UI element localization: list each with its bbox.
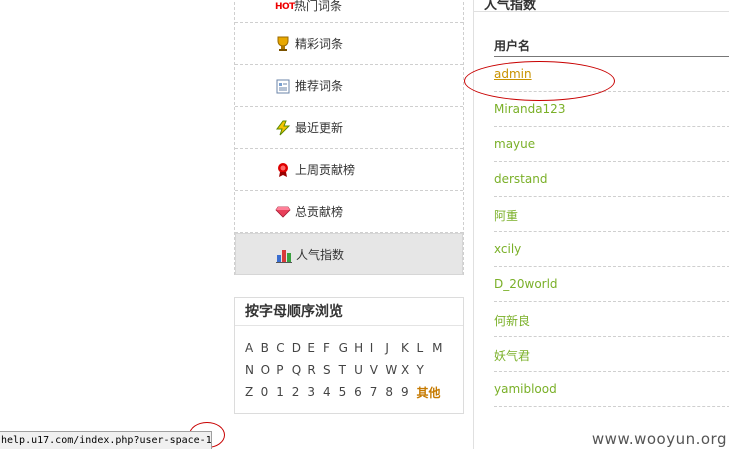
menu-item-label: 上周贡献榜 (295, 163, 356, 177)
menu-item-label: 精彩词条 (295, 37, 344, 51)
alphabet-browse-box: 按字母顺序浏览 A B C D E F G H I J K L M N O P … (234, 297, 464, 414)
letter-link[interactable]: C (276, 341, 292, 355)
letter-link[interactable]: Q (292, 363, 308, 377)
letter-link[interactable]: I (370, 341, 386, 355)
letter-link-other[interactable]: 其他 (417, 384, 447, 401)
document-icon (275, 78, 291, 94)
menu-item-total-rank[interactable]: 总贡献榜 (235, 191, 463, 233)
letter-link[interactable]: 6 (354, 385, 370, 399)
watermark: www.wooyun.org (591, 430, 727, 448)
list-item: D_20world (494, 267, 729, 302)
letter-link[interactable]: E (307, 341, 323, 355)
letter-link[interactable]: 7 (370, 385, 386, 399)
list-item: 何新良 (494, 302, 729, 337)
user-link[interactable]: derstand (494, 172, 547, 186)
letter-link[interactable]: Z (245, 385, 261, 399)
alphabet-row: N O P Q R S T U V W X Y (245, 359, 463, 381)
letter-link[interactable]: P (276, 363, 292, 377)
letter-link[interactable]: D (292, 341, 308, 355)
letter-link[interactable]: 9 (401, 385, 417, 399)
letter-link[interactable]: F (323, 341, 339, 355)
trophy-icon (275, 36, 291, 52)
bar-chart-icon (276, 247, 292, 263)
letter-link[interactable]: R (307, 363, 323, 377)
menu-item-label: 总贡献榜 (295, 205, 344, 219)
letter-link[interactable]: 5 (339, 385, 355, 399)
list-item: derstand (494, 162, 729, 197)
letter-link[interactable]: M (432, 341, 448, 355)
user-link[interactable]: D_20world (494, 277, 558, 291)
letter-link[interactable]: W (385, 363, 401, 377)
annotation-ellipse-admin (464, 61, 615, 101)
menu-item-hot[interactable]: HOT 热门词条 (235, 0, 463, 23)
lightning-icon (275, 120, 291, 136)
letter-link[interactable]: 8 (385, 385, 401, 399)
list-item: 妖气君 (494, 337, 729, 372)
medal-icon (275, 162, 291, 178)
menu-item-label: 推荐词条 (295, 79, 344, 93)
letter-link[interactable]: Y (417, 363, 433, 377)
menu-item-recent[interactable]: 最近更新 (235, 107, 463, 149)
menu-item-weekly-rank[interactable]: 上周贡献榜 (235, 149, 463, 191)
list-item: yamiblood (494, 372, 729, 407)
letter-link[interactable]: 0 (261, 385, 277, 399)
column-header-username: 用户名 (494, 39, 531, 53)
letter-link[interactable]: S (323, 363, 339, 377)
letter-link[interactable]: A (245, 341, 261, 355)
menu-item-label: 人气指数 (296, 248, 345, 262)
letter-link[interactable]: L (417, 341, 433, 355)
letter-link[interactable]: B (261, 341, 277, 355)
letter-link[interactable]: H (354, 341, 370, 355)
user-link[interactable]: xcily (494, 242, 521, 256)
letter-link[interactable]: 4 (323, 385, 339, 399)
user-link[interactable]: 阿重 (494, 207, 518, 224)
user-link[interactable]: Miranda123 (494, 102, 565, 116)
alphabet-row: Z 0 1 2 3 4 5 6 7 8 9 其他 (245, 381, 463, 403)
letter-link[interactable]: 2 (292, 385, 308, 399)
browser-status-bar: help.u17.com/index.php?user-space-1 (0, 431, 212, 449)
letter-link[interactable]: V (370, 363, 386, 377)
alphabet-row: A B C D E F G H I J K L M (245, 337, 463, 359)
list-item: 阿重 (494, 197, 729, 232)
alphabet-letter-grid: A B C D E F G H I J K L M N O P Q R S T … (235, 326, 463, 403)
letter-link[interactable]: O (261, 363, 277, 377)
divider (474, 11, 729, 12)
user-link[interactable]: mayue (494, 137, 535, 151)
menu-item-featured[interactable]: 精彩词条 (235, 23, 463, 65)
category-menu: HOT 热门词条 精彩词条 推荐词条 最近更新 上周贡献榜 总贡献榜 人气指数 (234, 0, 464, 275)
list-item: mayue (494, 127, 729, 162)
letter-link[interactable]: U (354, 363, 370, 377)
user-link[interactable]: 何新良 (494, 312, 530, 329)
gem-icon (275, 204, 291, 220)
menu-item-recommended[interactable]: 推荐词条 (235, 65, 463, 107)
letter-link[interactable]: N (245, 363, 261, 377)
letter-link[interactable]: T (339, 363, 355, 377)
letter-link[interactable]: 1 (276, 385, 292, 399)
user-link[interactable]: 妖气君 (494, 347, 530, 364)
menu-item-label: 最近更新 (295, 121, 344, 135)
menu-item-popularity[interactable]: 人气指数 (235, 233, 463, 275)
letter-link[interactable]: G (339, 341, 355, 355)
list-item: xcily (494, 232, 729, 267)
user-link[interactable]: yamiblood (494, 382, 557, 396)
letter-link[interactable]: J (385, 341, 401, 355)
alphabet-browse-title: 按字母顺序浏览 (235, 298, 463, 326)
letter-link[interactable]: X (401, 363, 417, 377)
letter-link[interactable]: 3 (307, 385, 323, 399)
menu-item-label: 热门词条 (294, 0, 343, 13)
hot-icon: HOT (275, 2, 295, 12)
letter-link[interactable]: K (401, 341, 417, 355)
